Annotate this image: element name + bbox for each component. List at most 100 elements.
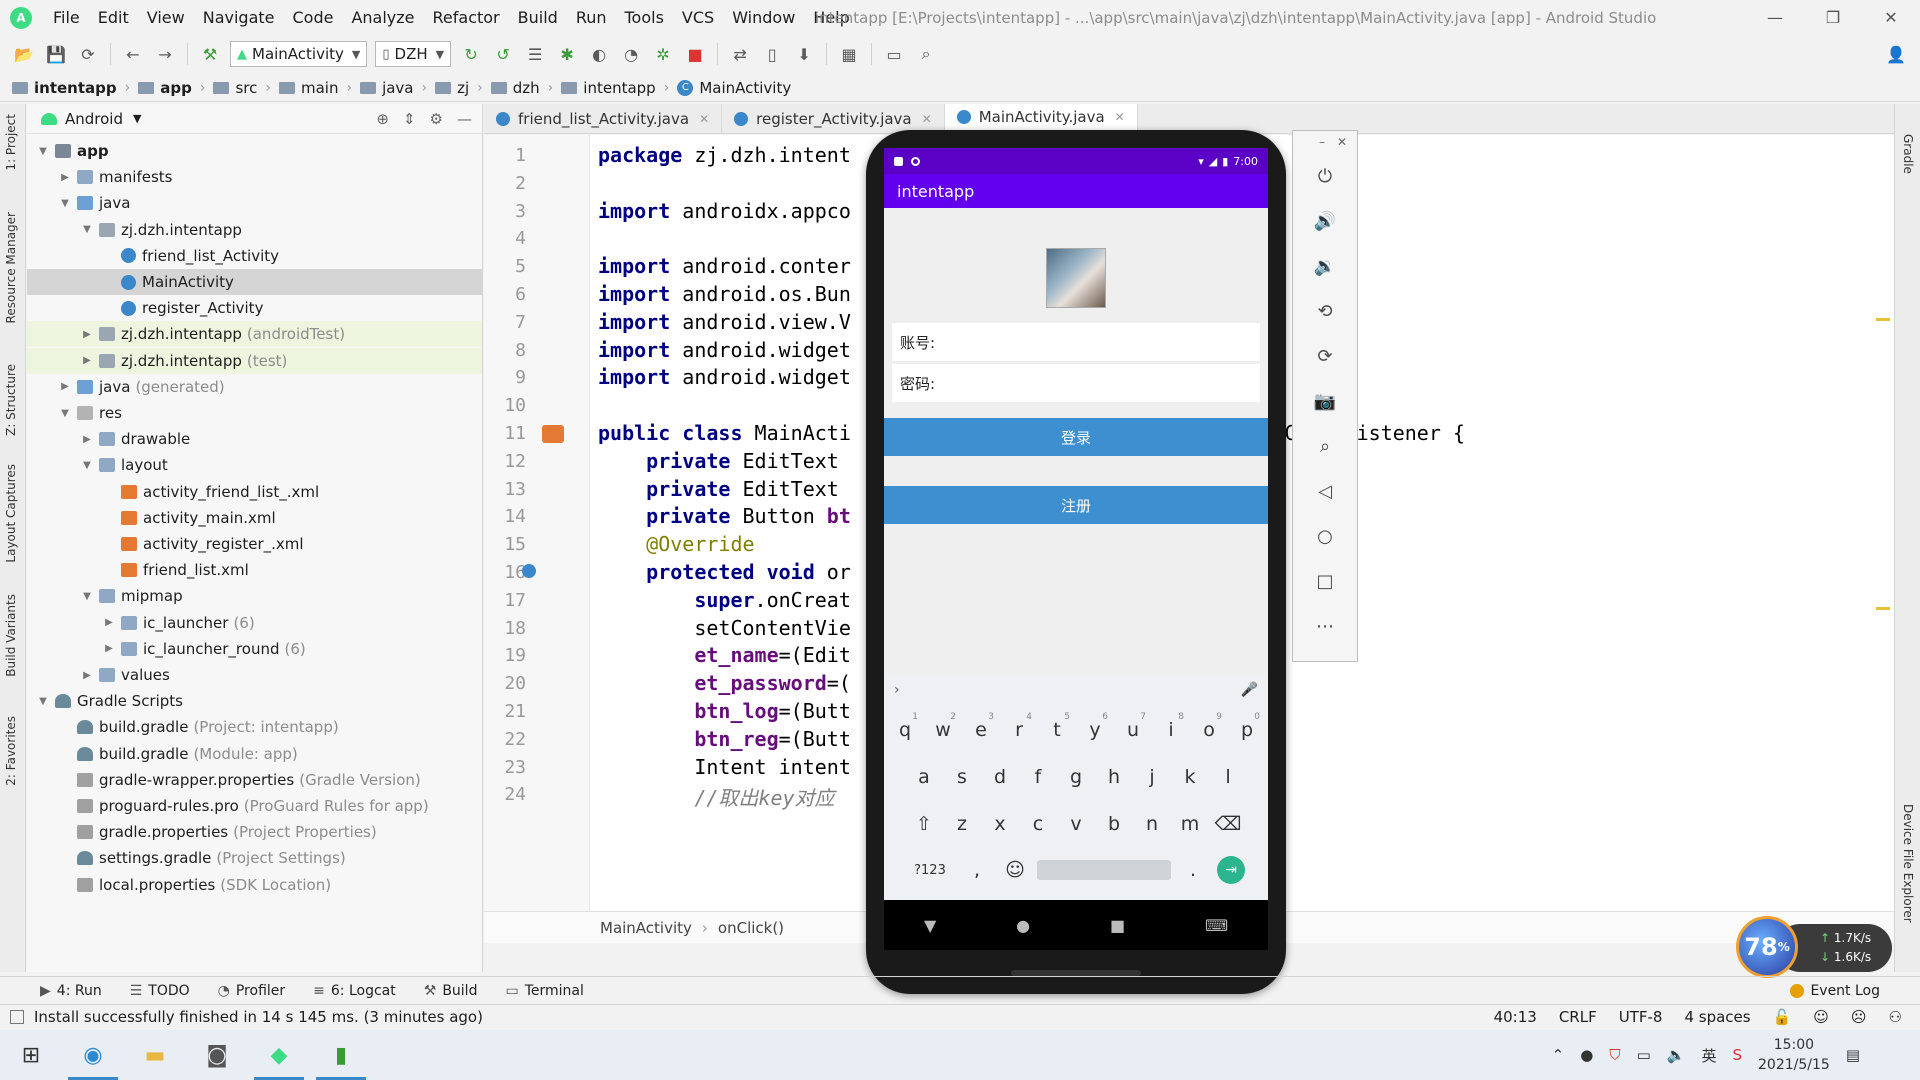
tree-item[interactable]: ▼ java <box>27 190 482 216</box>
tree-item[interactable]: register_Activity <box>27 295 482 321</box>
key-b[interactable]: b <box>1095 804 1133 844</box>
code-line[interactable]: private EditText <box>598 477 839 501</box>
tool-window-build-variants[interactable]: Build Variants <box>4 594 18 677</box>
back-icon[interactable]: ← <box>120 41 146 67</box>
expand-toggle-icon[interactable]: ▼ <box>35 696 51 707</box>
tree-item[interactable]: friend_list_Activity <box>27 243 482 269</box>
tree-item[interactable]: ▶ ic_launcher_round (6) <box>27 636 482 662</box>
key-s[interactable]: s <box>943 757 981 797</box>
scroll-marker[interactable] <box>1876 607 1890 610</box>
space-key[interactable] <box>1034 850 1174 890</box>
tree-item[interactable]: activity_main.xml <box>27 505 482 531</box>
apply-changes-icon[interactable]: ↻ <box>458 41 484 67</box>
status-message-icon[interactable] <box>10 1009 24 1024</box>
editor-tab[interactable]: register_Activity.java ✕ <box>722 104 945 133</box>
key-v[interactable]: v <box>1057 804 1095 844</box>
tree-item[interactable]: friend_list.xml <box>27 557 482 583</box>
windows-start-icon[interactable]: ⊞ <box>0 1030 62 1080</box>
comma-key[interactable]: , <box>958 850 996 890</box>
code-line[interactable]: private EditText <box>598 449 839 473</box>
attach-debugger-icon[interactable]: ✲ <box>650 41 676 67</box>
home-nav-icon[interactable]: ● <box>1016 916 1030 935</box>
code-line[interactable]: Intent intent <box>598 755 851 779</box>
tree-item[interactable]: ▶ manifests <box>27 164 482 190</box>
menu-item-run[interactable]: Run <box>567 0 616 36</box>
android-studio-taskbar-icon[interactable]: ◆ <box>248 1030 310 1080</box>
emoji-icon[interactable]: ☺ <box>996 850 1034 890</box>
key-p[interactable]: p0 <box>1228 710 1266 750</box>
code-line[interactable]: //取出key对应 <box>598 782 834 811</box>
breadcrumb-item[interactable]: zj <box>435 79 469 97</box>
editor-tab[interactable]: friend_list_Activity.java ✕ <box>484 104 723 133</box>
symbols-key[interactable]: ?123 <box>902 850 958 890</box>
tree-item[interactable]: build.gradle (Module: app) <box>27 741 482 767</box>
back-icon[interactable]: ◁ <box>1293 476 1357 506</box>
enter-key[interactable]: ⇥ <box>1212 850 1250 890</box>
tool-window-layout-captures[interactable]: Layout Captures <box>4 464 18 563</box>
happy-face-icon[interactable]: ☺ <box>1813 1008 1829 1026</box>
expand-toggle-icon[interactable]: ▶ <box>79 670 95 681</box>
tool-window-1-project[interactable]: 1: Project <box>4 114 18 171</box>
code-line[interactable]: import android.os.Bun <box>598 282 851 306</box>
expand-toggle-icon[interactable]: ▶ <box>101 617 117 628</box>
volume-up-icon[interactable]: 🔊 <box>1293 206 1357 236</box>
camera-icon[interactable]: 📷 <box>1293 386 1357 416</box>
menu-item-file[interactable]: File <box>44 0 89 36</box>
close-button[interactable]: ✕ <box>1862 0 1920 36</box>
stop-icon[interactable]: ■ <box>682 41 708 67</box>
menu-item-view[interactable]: View <box>138 0 194 36</box>
breadcrumb-item[interactable]: java <box>360 79 414 97</box>
key-q[interactable]: q1 <box>886 710 924 750</box>
scroll-marker[interactable] <box>1876 318 1890 321</box>
volume-down-icon[interactable]: 🔉 <box>1293 251 1357 281</box>
browser-icon[interactable]: ◉ <box>62 1030 124 1080</box>
register-button[interactable]: 注册 <box>884 486 1268 524</box>
key-z[interactable]: z <box>943 804 981 844</box>
key-n[interactable]: n <box>1133 804 1171 844</box>
tool-window-z-structure[interactable]: Z: Structure <box>4 364 18 436</box>
camera-app-icon[interactable]: ◙ <box>186 1030 248 1080</box>
line-separator[interactable]: CRLF <box>1559 1008 1597 1026</box>
tool-window-resource-manager[interactable]: Resource Manager <box>4 212 18 323</box>
chevron-right-icon[interactable]: › <box>894 682 900 698</box>
code-line[interactable]: @Override <box>598 532 754 556</box>
breadcrumb-item[interactable]: intentapp <box>12 79 117 97</box>
close-tab-icon[interactable]: ✕ <box>1115 110 1125 124</box>
close-tab-icon[interactable]: ✕ <box>699 112 709 126</box>
expand-toggle-icon[interactable]: ▼ <box>57 198 73 209</box>
sync-icon[interactable]: ⟳ <box>75 41 101 67</box>
tool-window-2-favorites[interactable]: 2: Favorites <box>4 716 18 786</box>
save-icon[interactable]: 💾 <box>43 41 69 67</box>
key-m[interactable]: m <box>1171 804 1209 844</box>
key-u[interactable]: u7 <box>1114 710 1152 750</box>
hide-icon[interactable]: — <box>457 110 472 128</box>
profile-icon[interactable]: ◔ <box>618 41 644 67</box>
menu-item-edit[interactable]: Edit <box>89 0 138 36</box>
breadcrumb-item[interactable]: intentapp <box>561 79 656 97</box>
open-folder-icon[interactable]: 📂 <box>11 41 37 67</box>
more-icon[interactable]: ⋯ <box>1293 611 1357 641</box>
login-button[interactable]: 登录 <box>884 418 1268 456</box>
avd-manager-icon[interactable]: ▯ <box>759 41 785 67</box>
code-line[interactable]: import androidx.appco <box>598 199 851 223</box>
tree-item[interactable]: local.properties (SDK Location) <box>27 872 482 898</box>
key-e[interactable]: e3 <box>962 710 1000 750</box>
list-icon[interactable]: ☰ <box>522 41 548 67</box>
expand-toggle-icon[interactable]: ▶ <box>57 381 73 392</box>
tree-item[interactable]: ▶ drawable <box>27 426 482 452</box>
close-tab-icon[interactable]: ✕ <box>922 112 932 126</box>
account-input[interactable]: 账号: <box>892 323 1260 361</box>
account-icon[interactable]: 👤 <box>1883 41 1909 67</box>
key-k[interactable]: k <box>1171 757 1209 797</box>
breadcrumb-item[interactable]: dzh <box>490 79 540 97</box>
tree-item[interactable]: settings.gradle (Project Settings) <box>27 845 482 871</box>
tree-item[interactable]: MainActivity <box>27 269 482 295</box>
taskbar-clock[interactable]: 15:00 2021/5/15 <box>1758 1035 1830 1075</box>
rotate-left-icon[interactable]: ⟲ <box>1293 296 1357 326</box>
key-t[interactable]: t5 <box>1038 710 1076 750</box>
key-l[interactable]: l <box>1209 757 1247 797</box>
tree-item[interactable]: proguard-rules.pro (ProGuard Rules for ap… <box>27 793 482 819</box>
run-config-select[interactable]: ▲ MainActivity ▼ <box>230 41 368 67</box>
menu-item-vcs[interactable]: VCS <box>673 0 723 36</box>
chevron-up-icon[interactable]: ⌃ <box>1552 1046 1565 1064</box>
